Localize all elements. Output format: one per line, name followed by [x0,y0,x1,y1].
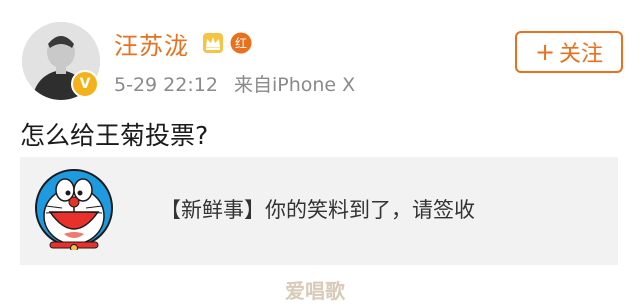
card-text: 【新鲜事】你的笑料到了，请签收 [160,198,475,222]
red-badge-icon: 红 [230,32,252,54]
post-meta: 5-29 22:12 来自iPhone X [114,70,365,97]
plus-icon: + [534,38,556,66]
doraemon-icon [35,169,113,250]
username[interactable]: 汪苏泷 [114,26,189,61]
red-badge-text: 红 [235,36,247,51]
crown-icon [203,33,223,53]
watermark: 爱唱歌 [285,279,345,303]
post-time: 5-29 22:12 [114,74,218,96]
follow-button[interactable]: + 关注 [515,31,623,73]
verified-badge-icon: V [71,70,99,98]
follow-label: 关注 [559,42,604,67]
post-text: 怎么给王菊投票? [20,121,209,150]
post-source: 来自iPhone X [233,74,356,96]
